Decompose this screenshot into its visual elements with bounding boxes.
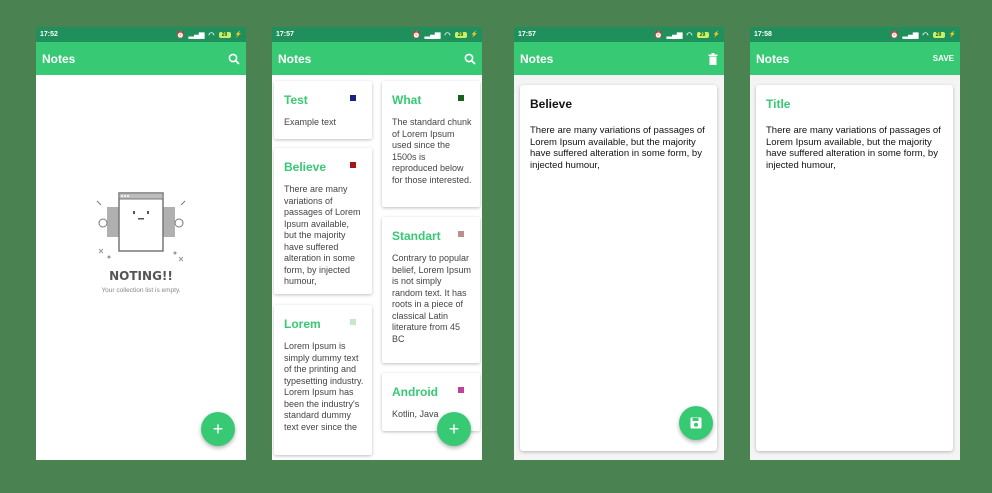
status-time: 17:52 [40,31,58,38]
charging-icon: ⚡ [948,32,956,38]
empty-illustration-icon [96,192,186,262]
note-title: Android [392,385,438,399]
note-body: The standard chunk of Lorem Ipsum used s… [392,117,472,185]
battery-icon: 29 [218,31,231,38]
empty-title: NOTING!! [109,269,173,283]
app-title: Notes [42,51,76,66]
empty-subtitle: Your collection list is empty. [101,287,181,294]
app-bar: Notes [272,42,482,75]
note-card[interactable]: Standart Contrary to popular belief, Lor… [382,217,480,363]
alarm-icon: ⏰ [175,31,185,39]
note-sheet: Believe There are many variations of pas… [520,85,717,451]
battery-icon: 29 [696,31,709,38]
status-bar: 17:52 ⏰ ▂▄▆ ◠ 29 ⚡ [36,27,246,42]
note-color-swatch [458,231,464,237]
status-bar: 17:57 ⏰ ▂▄▆ ◠ 29 ⚡ [514,27,724,42]
wifi-icon: ◠ [444,31,451,39]
note-body-input[interactable]: There are many variations of passages of… [766,125,947,171]
status-bar: 17:57 ⏰ ▂▄▆ ◠ 29 ⚡ [272,27,482,42]
status-time: 17:58 [754,31,772,38]
screen-note-detail: 17:57 ⏰ ▂▄▆ ◠ 29 ⚡ Notes Believe There a… [514,27,724,460]
alarm-icon: ⏰ [411,31,421,39]
wifi-icon: ◠ [208,31,215,39]
plus-icon: + [448,418,460,439]
note-color-swatch [458,387,464,393]
note-body: There are many variations of passages of… [284,184,361,286]
note-card[interactable]: Believe There are many variations of pas… [274,148,372,294]
note-title: Believe [284,160,327,174]
status-time: 17:57 [518,31,536,38]
note-color-swatch [458,95,464,101]
trash-icon[interactable] [708,52,718,65]
signal-icon: ▂▄▆ [902,31,919,39]
note-color-swatch [350,162,356,168]
save-note-button[interactable] [679,406,713,440]
app-title: Notes [756,51,790,66]
wifi-icon: ◠ [686,31,693,39]
add-note-button[interactable]: + [201,412,235,446]
charging-icon: ⚡ [470,32,478,38]
screen-notes-list: 17:57 ⏰ ▂▄▆ ◠ 29 ⚡ Notes Test Example te… [272,27,482,460]
app-bar: Notes [514,42,724,75]
note-color-swatch [350,95,356,101]
note-body: Example text [284,117,337,127]
charging-icon: ⚡ [712,32,720,38]
signal-icon: ▂▄▆ [666,31,683,39]
search-icon[interactable] [464,53,476,65]
plus-icon: + [212,418,224,439]
alarm-icon: ⏰ [889,31,899,39]
signal-icon: ▂▄▆ [188,31,205,39]
note-title[interactable]: Believe [530,97,572,111]
note-color-swatch [350,319,356,325]
note-sheet: Title There are many variations of passa… [756,85,953,451]
note-card[interactable]: Test Example text [274,81,372,139]
note-body: Contrary to popular belief, Lorem Ipsum … [392,253,472,344]
alarm-icon: ⏰ [653,31,663,39]
note-title: What [392,93,422,107]
wifi-icon: ◠ [922,31,929,39]
battery-icon: 29 [454,31,467,38]
empty-state: NOTING!! Your collection list is empty. [36,187,246,294]
note-body: Lorem Ipsum is simply dummy text of the … [284,341,364,432]
note-body[interactable]: There are many variations of passages of… [530,125,711,171]
add-note-button[interactable]: + [437,412,471,446]
app-bar: Notes [36,42,246,75]
screen-new-note: 17:58 ⏰ ▂▄▆ ◠ 29 ⚡ Notes SAVE Title Ther… [750,27,960,460]
app-title: Notes [278,51,312,66]
status-bar: 17:58 ⏰ ▂▄▆ ◠ 29 ⚡ [750,27,960,42]
note-title: Lorem [284,317,321,331]
app-title: Notes [520,51,554,66]
note-title: Test [284,93,308,107]
title-input[interactable]: Title [766,97,790,111]
app-bar: Notes SAVE [750,42,960,75]
note-title: Standart [392,229,441,243]
save-button[interactable]: SAVE [933,54,954,63]
status-time: 17:57 [276,31,294,38]
note-card[interactable]: Lorem Lorem Ipsum is simply dummy text o… [274,305,372,455]
screen-empty-list: 17:52 ⏰ ▂▄▆ ◠ 29 ⚡ Notes NOTING!! Your c… [36,27,246,460]
signal-icon: ▂▄▆ [424,31,441,39]
search-icon[interactable] [228,53,240,65]
charging-icon: ⚡ [234,32,242,38]
note-card[interactable]: What The standard chunk of Lorem Ipsum u… [382,81,480,207]
battery-icon: 29 [932,31,945,38]
save-icon [690,417,702,429]
